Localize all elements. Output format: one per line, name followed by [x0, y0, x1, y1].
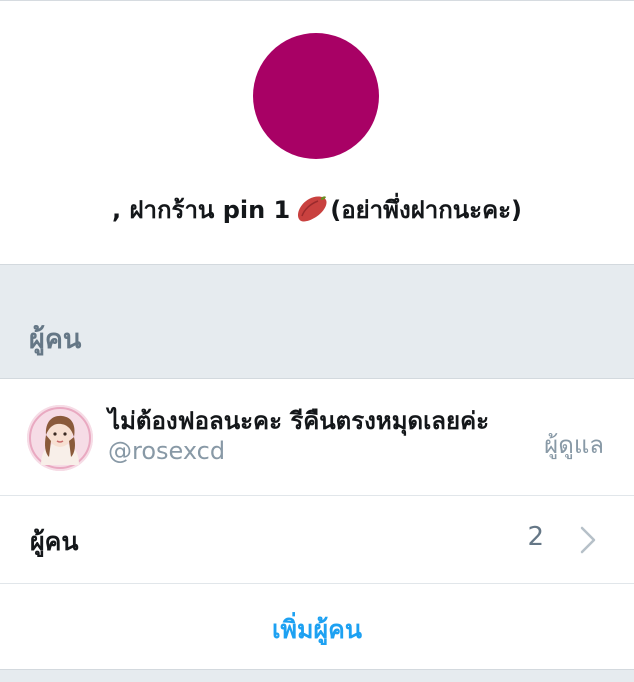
add-people-row: เพิ่มผู้คน — [0, 584, 634, 670]
add-people-button[interactable]: เพิ่มผู้คน — [0, 610, 634, 650]
group-name-prefix: , ฝากร้าน pin 1 — [112, 196, 291, 224]
group-name-suffix: (อย่าพึ่งฝากนะคะ) — [330, 196, 522, 224]
section-title: ผู้คน — [29, 324, 82, 355]
avatar[interactable] — [27, 405, 93, 471]
bottom-divider — [0, 670, 634, 682]
member-row[interactable]: ไม่ต้องฟอลนะคะ รีคืนตรงหมุดเลยค่ะ @rosex… — [0, 379, 634, 496]
group-name: , ฝากร้าน pin 1 (อย่าพึ่งฝากนะคะ) — [0, 194, 634, 232]
admin-badge: ผู้ดูแล — [544, 431, 604, 459]
group-avatar[interactable] — [253, 33, 379, 159]
people-section-header: ผู้คน — [0, 264, 634, 379]
people-label: ผู้คน — [30, 527, 79, 556]
group-header: , ฝากร้าน pin 1 (อย่าพึ่งฝากนะคะ) — [0, 0, 634, 264]
chevron-right-icon — [580, 526, 596, 558]
people-row[interactable]: ผู้คน 2 — [0, 496, 634, 584]
member-handle: @rosexcd — [108, 437, 226, 465]
people-count: 2 — [527, 522, 544, 552]
member-name: ไม่ต้องฟอลนะคะ รีคืนตรงหมุดเลยค่ะ — [108, 407, 490, 435]
sweet-potato-icon — [294, 194, 328, 232]
